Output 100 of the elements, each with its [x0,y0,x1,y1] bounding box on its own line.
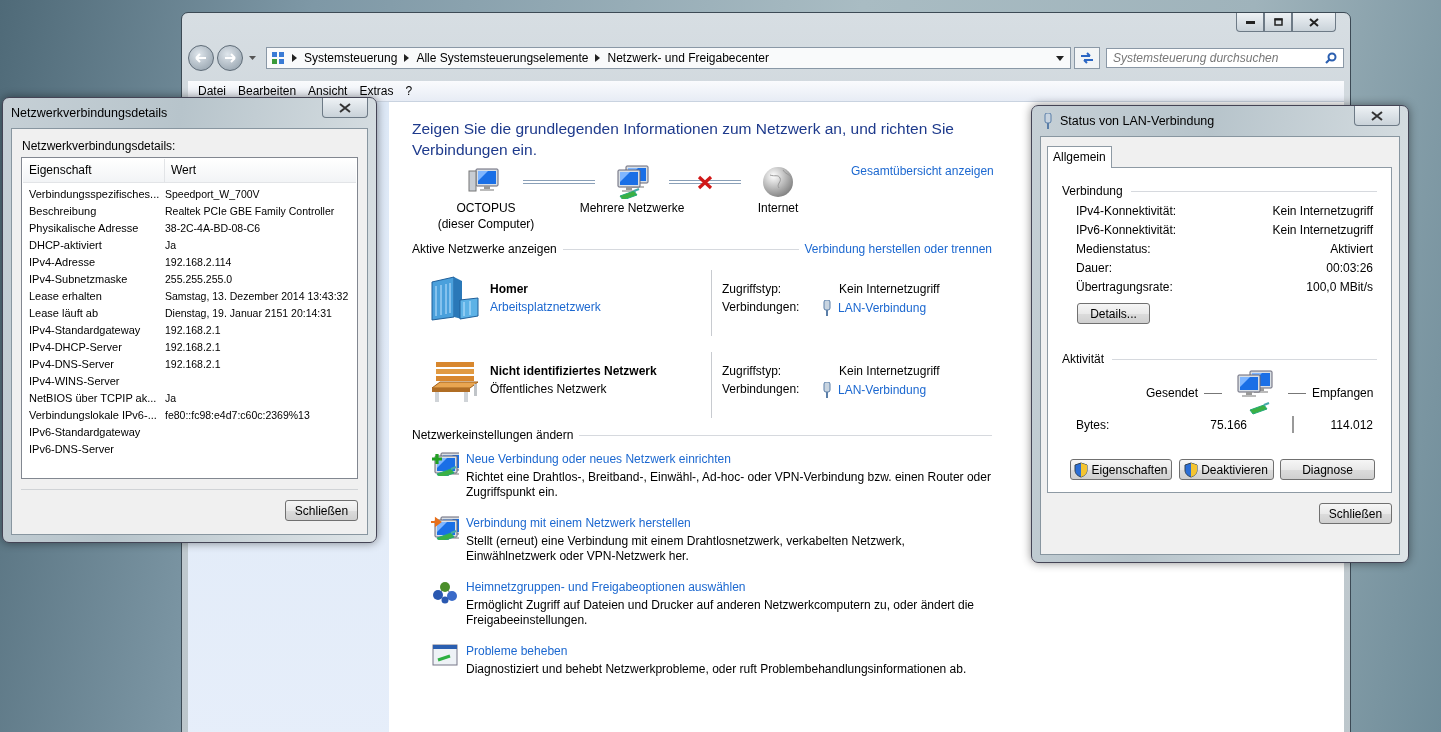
table-cell: Realtek PCIe GBE Family Controller [165,204,335,217]
close-button[interactable] [322,98,368,118]
homegroup-icon [431,580,459,604]
table-cell-text: Verbindungslokale IPv6-... [28,408,158,421]
details-button[interactable]: Details... [1077,303,1150,324]
table-cell-text: Verbindungsspezifisches... [28,187,161,200]
table-cell-text: IPv6-DNS-Server [28,442,115,455]
refresh-button[interactable] [1074,47,1100,69]
close-icon [1309,17,1319,27]
list-label: Netzwerkverbindungsdetails: [22,139,177,153]
group-title: Aktivität [1062,352,1104,366]
field-value: Aktiviert [1330,242,1373,256]
dropdown-caret-icon [1056,55,1064,61]
menu-item[interactable]: ? [399,84,419,98]
sent-label: Gesendet [1146,386,1199,400]
table-cell-text: Lease erhalten [28,289,103,302]
connection-link[interactable]: LAN-Verbindung [838,301,927,315]
table-cell-text: IPv4-Adresse [28,255,97,268]
action-button[interactable]: Diagnose [1280,459,1375,480]
table-cell-text: IPv4-Subnetzmaske [28,272,129,285]
table-cell: fe80::fc98:e4d7:c60c:2369%13 [165,408,310,421]
menu-item[interactable]: Ansicht [302,84,354,98]
connect-link[interactable]: Verbindung herstellen oder trennen [804,242,992,256]
field-label: Zugriffstyp: [722,282,783,296]
action-button[interactable]: Deaktivieren [1178,459,1274,480]
field-label: Dauer: [1076,261,1113,275]
received-label: Empfangen [1312,386,1374,400]
dialog-title: Status von LAN-Verbindung [1060,114,1216,128]
breadcrumb-item[interactable]: Netzwerk- und Freigabecenter [607,51,769,65]
new-connection-icon [431,452,459,476]
minimize-icon [1245,20,1255,24]
menu-item[interactable]: Bearbeiten [232,84,303,98]
maximize-button[interactable] [1264,13,1292,32]
field-label: Bytes: [1076,417,1111,432]
task-link[interactable]: Neue Verbindung oder neues Netzwerk einrichten [466,452,996,466]
tab[interactable]: Allgemein [1047,146,1112,168]
table-cell: Dienstag, 19. Januar 2151 20:14:31 [165,306,332,319]
task-description: Ermöglicht Zugriff auf Dateien und Drucker auf anderen Netzwerkcomputern zu, oder ändert die Freigabeeinstellungen. [466,598,976,628]
search-field[interactable]: Systemsteuerung durchsuchen [1106,48,1344,68]
shield-icon [1074,461,1089,478]
field-label: Medienstatus: [1076,242,1151,256]
overview-link[interactable]: Gesamtübersicht anzeigen [851,164,994,178]
section-title: Netzwerkeinstellungen ändern [412,428,574,442]
field-value: Kein Internetzugriff [1272,223,1373,237]
column-header[interactable]: Eigenschaft [23,159,165,182]
back-button[interactable] [188,45,214,71]
chevron-icon [404,54,410,62]
node-label: Internet [757,200,799,216]
field-value: Kein Internetzugriff [1272,204,1373,218]
field-label: IPv6-Konnektivität: [1076,223,1177,237]
close-button[interactable]: Schließen [1319,503,1392,524]
field-label: Verbindungen: [722,382,801,398]
task-link[interactable]: Probleme beheben [466,644,996,658]
field-value: Kein Internetzugriff [838,282,940,296]
menu-item[interactable]: Datei [192,84,232,98]
dropdown-caret-icon [249,56,256,60]
network-plug-icon [823,300,831,316]
field-value: 75.166 [1209,417,1247,432]
close-button[interactable] [1292,13,1336,32]
table-cell: Speedport_W_700V [165,187,260,200]
office-building-icon [430,276,480,322]
node-label: OCTOPUS [456,200,516,216]
field-label: Übertragungsrate: [1076,280,1173,294]
connection-link[interactable]: LAN-Verbindung [838,383,927,397]
close-button[interactable] [1354,106,1400,126]
field-label: Verbindungen: [722,300,801,316]
address-bar[interactable]: Systemsteuerung Alle Systemsteuerungselemente Netzwerk- und Freigabecenter [266,47,1071,69]
node-label: Mehrere Netzwerke [579,200,685,216]
table-cell-text: NetBIOS über TCPIP ak... [28,391,158,404]
network-type-link[interactable]: Arbeitsplatznetzwerk [490,300,711,314]
control-panel-icon [271,51,285,65]
table-cell-text: IPv4-DHCP-Server [28,340,123,353]
network-name: Homer [490,282,529,296]
column-header[interactable]: Wert [165,159,356,182]
close-button[interactable]: Schließen [285,500,358,521]
table-cell-text: IPv4-DNS-Server [28,357,115,370]
group-title: Verbindung [1062,184,1123,198]
chevron-icon [292,54,297,62]
node-sublabel: (dieser Computer) [437,216,535,232]
shield-icon [1184,461,1199,478]
refresh-icon [1080,52,1094,64]
field-label: IPv4-Konnektivität: [1076,204,1177,218]
breadcrumb-item[interactable]: Systemsteuerung [304,51,398,65]
forward-button[interactable] [217,45,243,71]
globe-icon [761,165,795,199]
action-button[interactable]: Eigenschaften [1070,459,1172,480]
back-arrow-icon [195,53,207,63]
breadcrumb-item[interactable]: Alle Systemsteuerungselemente [416,51,589,65]
table-cell: 192.168.2.114 [165,255,232,268]
table-cell-text: IPv4-Standardgateway [28,323,142,336]
forward-arrow-icon [224,53,236,63]
close-icon [339,102,351,113]
network-plug-icon [1044,113,1052,129]
task-link[interactable]: Verbindung mit einem Netzwerk herstellen [466,516,996,530]
minimize-button[interactable] [1236,13,1264,32]
table-cell: 192.168.2.1 [165,323,221,336]
network-plug-icon [823,382,831,398]
menu-item[interactable]: Extras [353,84,400,98]
task-link[interactable]: Heimnetzgruppen- und Freigabeoptionen auswählen [466,580,996,594]
maximize-icon [1273,18,1283,26]
